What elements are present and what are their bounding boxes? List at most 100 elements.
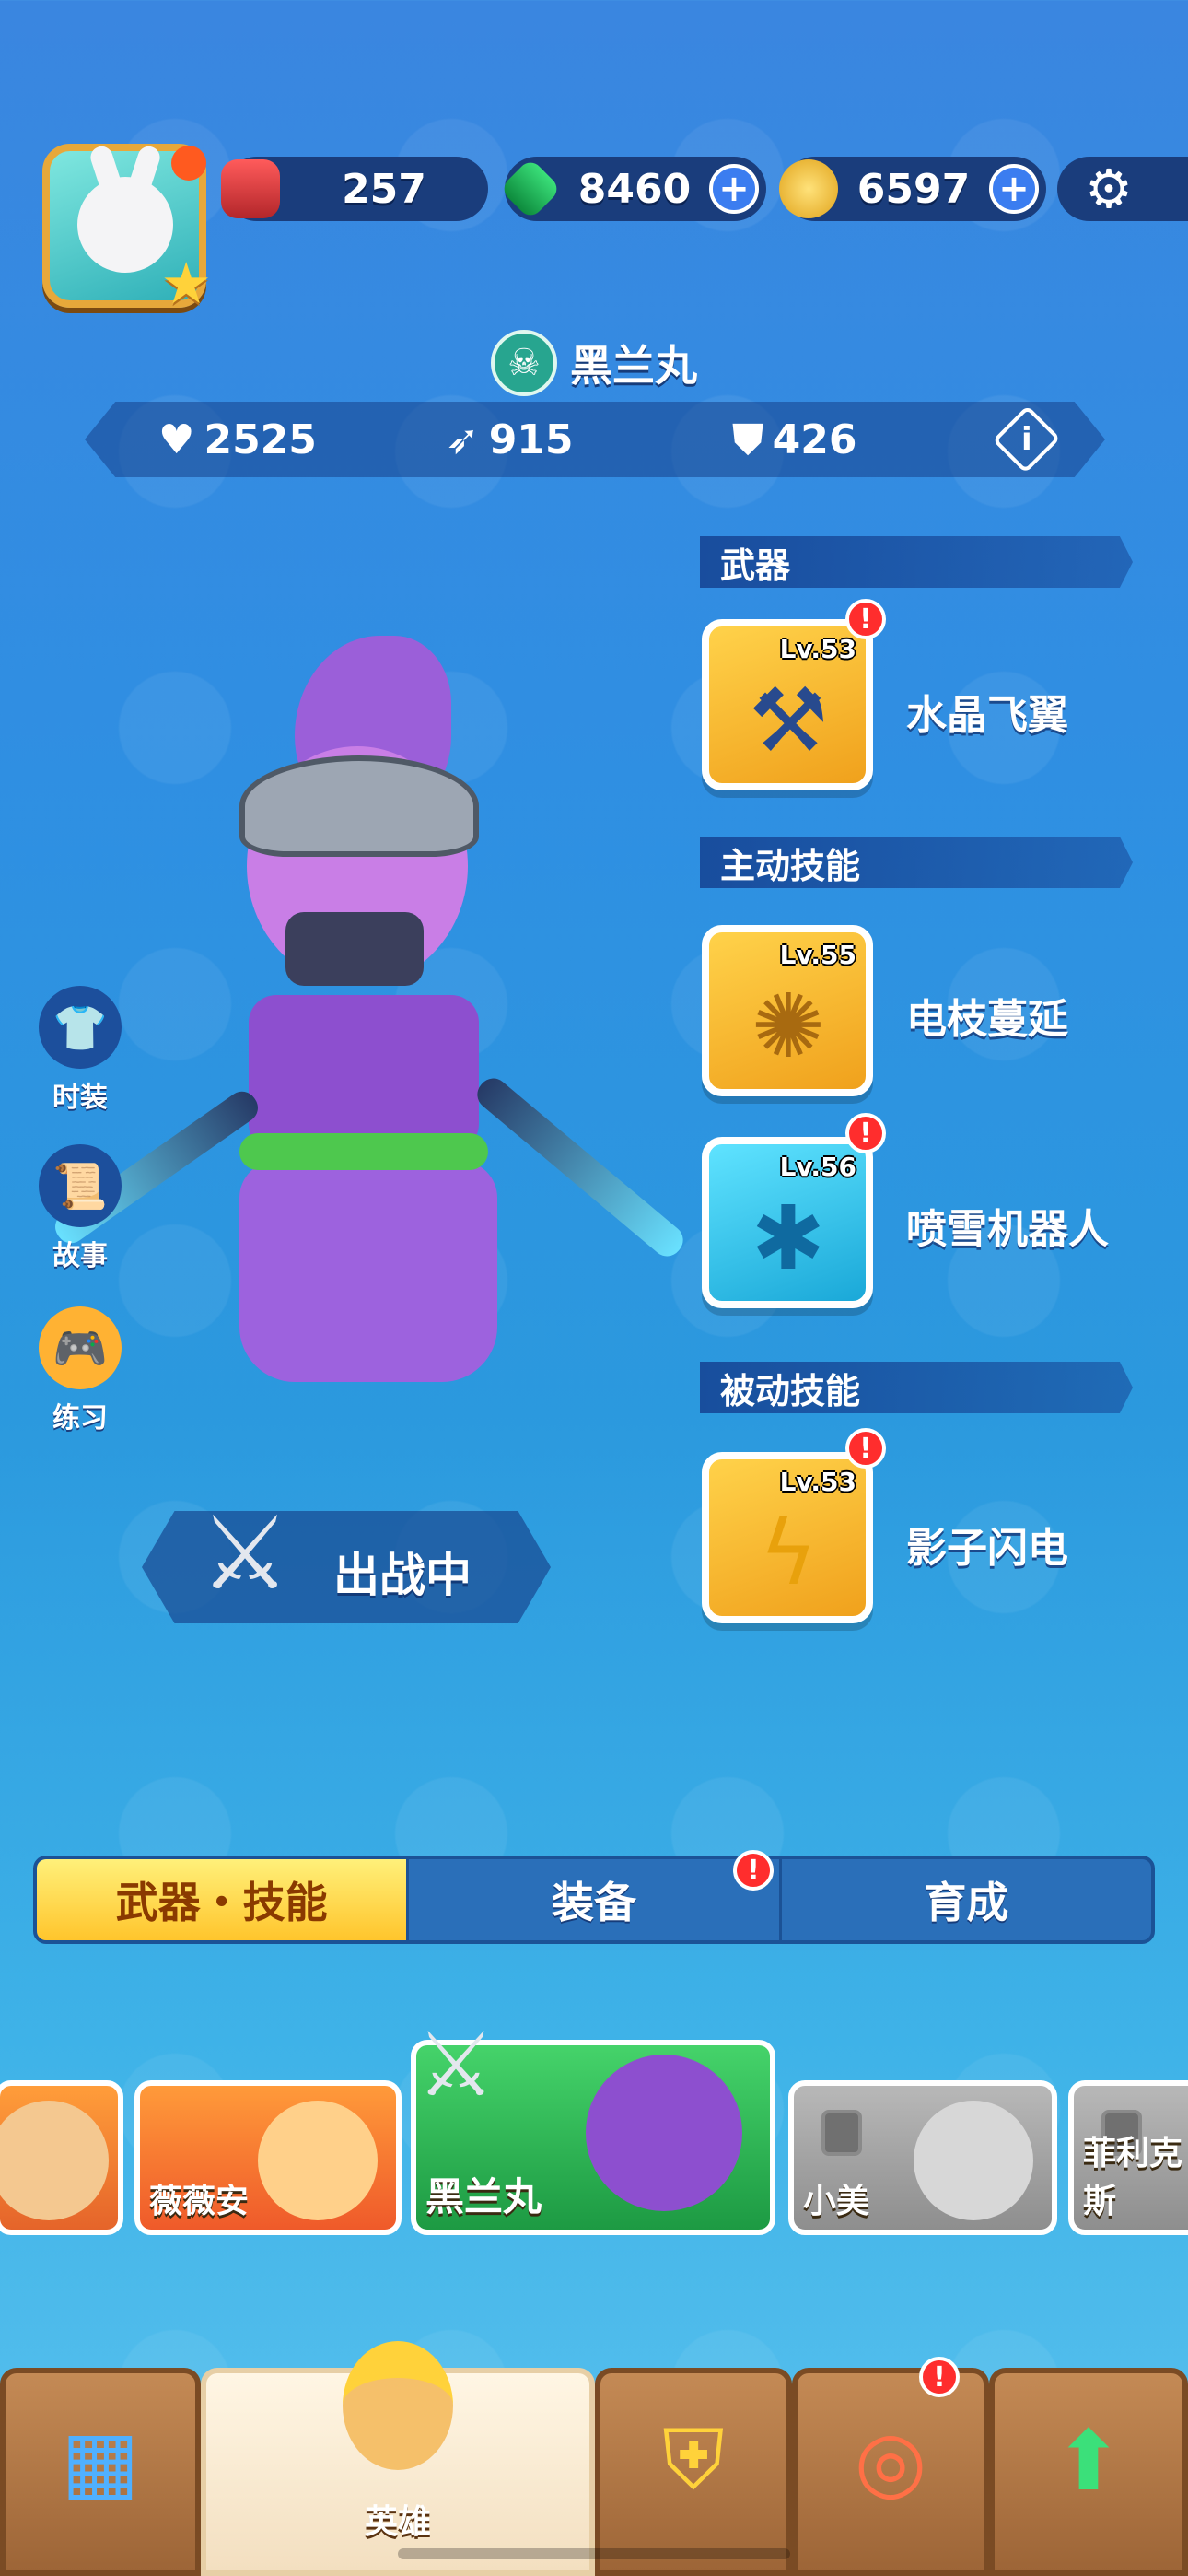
crossed-swords-icon: ⚔ xyxy=(415,2013,496,2116)
hero-name: 黑兰丸 xyxy=(570,341,697,391)
sword-icon: ➶ xyxy=(445,416,480,463)
section-active-skills: 主动技能 xyxy=(700,837,1133,888)
hero-card-vivian[interactable]: 薇薇安 xyxy=(134,2080,402,2235)
section-passive-skills: 被动技能 xyxy=(700,1362,1133,1413)
alert-badge: ! xyxy=(733,1850,774,1891)
coin-icon xyxy=(779,159,838,218)
section-weapon: 武器 xyxy=(700,536,1133,588)
gem-count: 8460 xyxy=(577,165,692,213)
hero-name-row: ☠ 黑兰丸 xyxy=(0,330,1188,396)
gem-icon xyxy=(499,158,562,220)
stat-health-value: 2525 xyxy=(204,416,317,463)
stat-attack-value: 915 xyxy=(488,416,574,463)
hero-card-name: 薇薇安 xyxy=(149,2183,250,2220)
alert-badge: ! xyxy=(919,2357,960,2397)
skill-name-weapon[interactable]: 水晶飞翼 xyxy=(906,682,1068,741)
coin-count: 6597 xyxy=(856,165,971,213)
stat-defense: ⛊ 426 xyxy=(733,416,1003,463)
target-arrow-icon: ◎ xyxy=(854,2412,927,2510)
tab-equipment[interactable]: 装备 xyxy=(409,1859,782,1940)
hero-face xyxy=(258,2101,378,2220)
story-button[interactable]: 📜 故事 xyxy=(39,1144,122,1273)
hero-helmet xyxy=(239,755,479,857)
nav-heroes[interactable]: 英雄 xyxy=(201,2341,595,2576)
player-avatar[interactable]: ★ xyxy=(42,144,212,317)
sword-shield-icon: ⛨ xyxy=(662,2412,725,2509)
shirt-icon: 👕 xyxy=(39,986,122,1069)
hero-card-name: 黑兰丸 xyxy=(425,2174,542,2219)
stat-defense-value: 426 xyxy=(772,416,857,463)
home-indicator xyxy=(398,2548,790,2559)
add-coins-button[interactable]: + xyxy=(989,164,1039,214)
snow-robot-icon: ✱ xyxy=(751,1187,826,1290)
skill-name-active-2[interactable]: 喷雪机器人 xyxy=(906,1196,1109,1255)
alert-badge: ! xyxy=(845,1113,886,1153)
trophy-count: 257 xyxy=(342,165,426,213)
hero-card-name: 小美 xyxy=(803,2183,870,2220)
gear-icon: ⚙ xyxy=(1085,158,1133,220)
nav-event[interactable]: ◎ xyxy=(792,2368,989,2576)
skill-name-passive[interactable]: 影子闪电 xyxy=(906,1515,1068,1574)
settings-button[interactable]: ⚙ xyxy=(1057,157,1188,221)
info-icon: i xyxy=(1020,421,1032,458)
crystal-blade-right xyxy=(471,1071,690,1263)
lightning-vine-icon: ✺ xyxy=(751,975,826,1078)
stat-health: ♥ 2525 xyxy=(158,416,446,463)
hero-face xyxy=(0,2101,109,2220)
hero-body xyxy=(249,995,479,1152)
hero-card-felix[interactable]: 菲利克斯 xyxy=(1068,2080,1188,2235)
scroll-icon: 📜 xyxy=(39,1144,122,1227)
story-label: 故事 xyxy=(52,1240,108,1272)
shadow-lightning-icon: ϟ xyxy=(759,1502,818,1605)
nav-heroes-label: 英雄 xyxy=(364,2503,431,2541)
skill-card-active-1[interactable]: Lv.55 ✺ xyxy=(702,925,873,1096)
bunny-avatar-icon xyxy=(77,177,173,273)
costume-label: 时装 xyxy=(52,1082,108,1114)
hero-stats-bar: ♥ 2525 ➶ 915 ⛊ 426 i xyxy=(85,402,1105,477)
lock-icon xyxy=(821,2110,862,2156)
skill-card-passive[interactable]: Lv.53 ϟ xyxy=(702,1452,873,1623)
practice-button[interactable]: 🎮 练习 xyxy=(39,1306,122,1435)
hero-pants xyxy=(239,1161,497,1382)
stat-attack: ➶ 915 xyxy=(446,416,733,463)
skill-card-active-2[interactable]: Lv.56 ✱ xyxy=(702,1137,873,1308)
up-arrow-icon: ⬆ xyxy=(1054,2412,1124,2510)
skill-level: Lv.55 xyxy=(779,940,856,970)
skill-level: Lv.53 xyxy=(779,1467,856,1497)
skill-level: Lv.56 xyxy=(779,1152,856,1182)
hero-face xyxy=(586,2055,742,2211)
heart-icon: ♥ xyxy=(158,416,195,463)
cake-icon xyxy=(221,159,280,218)
crossed-swords-icon: ⚔ xyxy=(199,1494,291,1612)
hero-card-unnamed[interactable] xyxy=(0,2080,123,2235)
notification-dot xyxy=(171,146,206,181)
skull-class-icon: ☠ xyxy=(491,330,557,396)
hero-belt xyxy=(239,1133,488,1170)
alert-badge: ! xyxy=(845,599,886,639)
tab-training[interactable]: 育成 xyxy=(782,1859,1151,1940)
shop-stall-icon: ▦ xyxy=(61,2412,140,2510)
hero-face xyxy=(914,2101,1033,2220)
hero-tabs: 武器・技能 装备 育成 xyxy=(33,1856,1155,1944)
hero-mask xyxy=(285,912,424,986)
skill-card-weapon[interactable]: Lv.53 ⚒ xyxy=(702,619,873,790)
gamepad-icon: 🎮 xyxy=(39,1306,122,1389)
trophy-counter[interactable]: 257 xyxy=(221,157,488,221)
nav-shop[interactable]: ▦ xyxy=(0,2368,201,2576)
crystal-wing-icon: ⚒ xyxy=(748,669,829,772)
costume-button[interactable]: 👕 时装 xyxy=(39,986,122,1115)
coin-counter[interactable]: 6597 + xyxy=(779,157,1046,221)
skill-name-active-1[interactable]: 电枝蔓延 xyxy=(906,986,1068,1045)
practice-label: 练习 xyxy=(52,1402,108,1434)
hero-card-xiaomei[interactable]: 小美 xyxy=(788,2080,1057,2235)
nav-upgrade[interactable]: ⬆ xyxy=(989,2368,1188,2576)
add-gems-button[interactable]: + xyxy=(709,164,759,214)
battle-status-text: 出战中 xyxy=(333,1549,472,1602)
hero-card-name: 菲利克斯 xyxy=(1083,2135,1183,2220)
gem-counter[interactable]: 8460 + xyxy=(499,157,766,221)
shield-icon: ⛊ xyxy=(732,416,763,463)
alert-badge: ! xyxy=(845,1428,886,1469)
tab-weapon-skills[interactable]: 武器・技能 xyxy=(37,1859,410,1940)
star-icon: ★ xyxy=(160,250,212,317)
nav-battle[interactable]: ⛨ xyxy=(595,2368,792,2576)
